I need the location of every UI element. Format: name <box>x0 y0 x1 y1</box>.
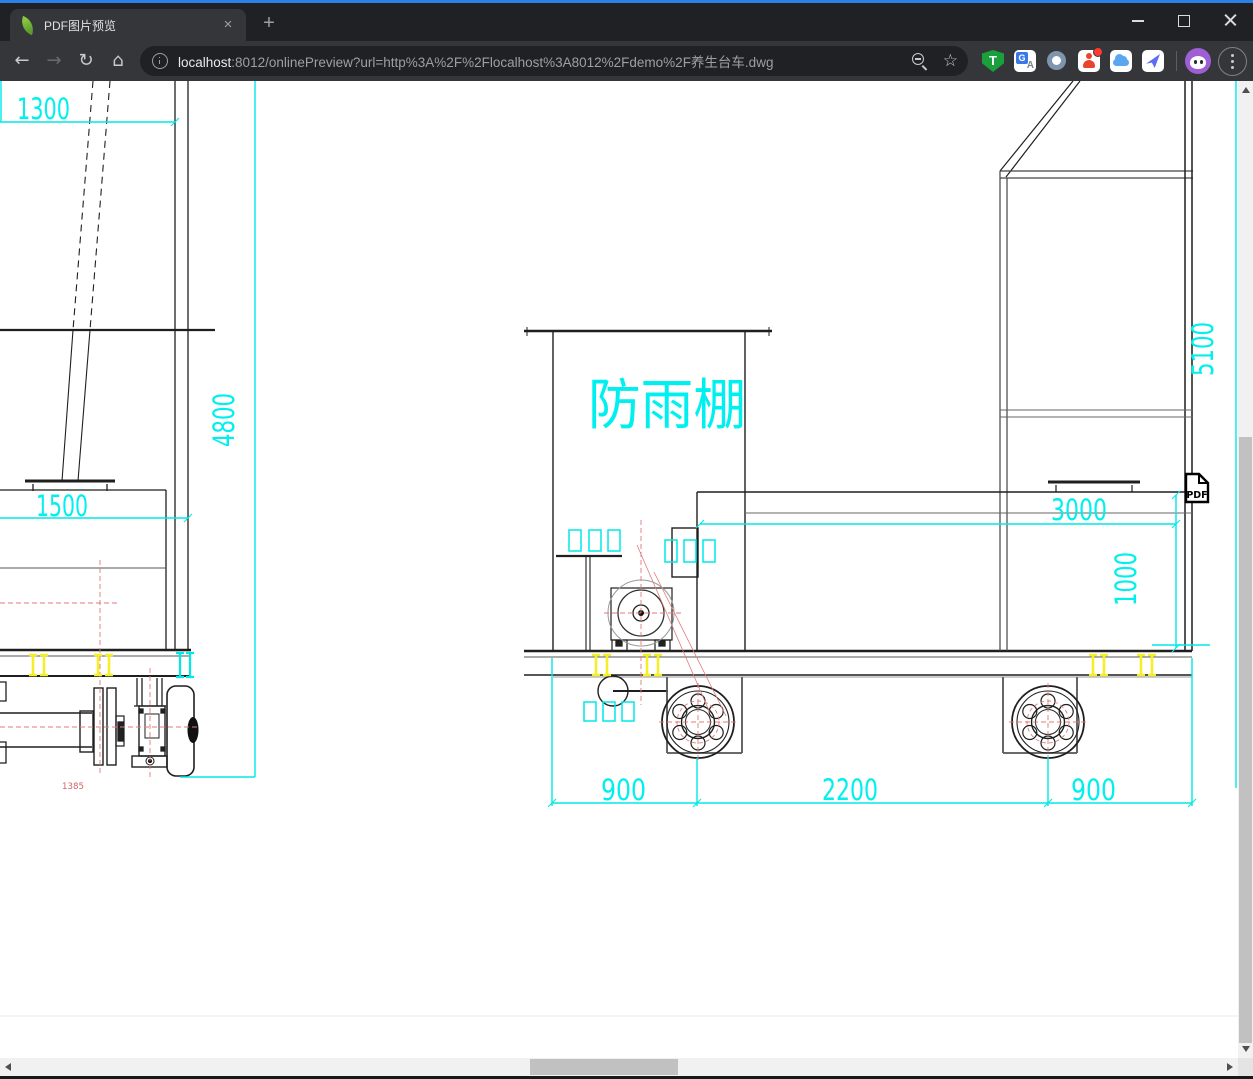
vertical-scroll-thumb[interactable] <box>1239 437 1252 1043</box>
dim-3000: 3000 <box>1051 493 1107 527</box>
extension-translate[interactable]: G A <box>1014 50 1036 72</box>
dim-5100: 5100 <box>1186 322 1220 376</box>
new-tab-button[interactable]: + <box>258 13 280 35</box>
right-wheel-bracket <box>1002 677 1078 754</box>
toolbar-separator <box>1176 51 1177 71</box>
cyan-boxes <box>568 529 716 722</box>
pdf-download-button[interactable]: PDF <box>1184 472 1210 504</box>
scrollbar-corner <box>1238 1058 1253 1076</box>
url-path: :8012/onlinePreview?url=http%3A%2F%2Floc… <box>231 55 774 70</box>
shield-icon: T <box>982 50 1004 72</box>
people-icon <box>1078 47 1103 72</box>
extension-cloud[interactable] <box>1110 50 1132 72</box>
axle-shaft <box>0 712 92 748</box>
cloud-icon <box>1110 50 1132 72</box>
horizontal-scroll-thumb[interactable] <box>530 1059 678 1075</box>
dim-1500: 1500 <box>36 489 88 523</box>
panel-box <box>671 527 699 578</box>
scroll-right-arrow[interactable] <box>1227 1063 1233 1071</box>
scroll-up-arrow[interactable] <box>1241 87 1250 93</box>
avatar-face <box>1190 56 1206 69</box>
cad-drawing: 1300 1500 4800 3000 1000 5100 900 2200 9… <box>0 81 1238 1017</box>
page-content: 1300 1500 4800 3000 1000 5100 900 2200 9… <box>0 81 1238 1058</box>
profile-avatar[interactable] <box>1185 48 1211 74</box>
tab-strip: PDF图片预览 × + <box>0 3 1253 41</box>
left-mast-columns <box>174 81 189 651</box>
page-info-icon[interactable] <box>152 53 168 69</box>
dimension-ticks <box>170 117 1197 808</box>
bookmark-star-icon[interactable]: ☆ <box>943 46 958 76</box>
back-button[interactable]: ← <box>7 46 37 76</box>
reload-button[interactable]: ↻ <box>71 46 101 76</box>
vertical-scrollbar[interactable] <box>1238 81 1253 1058</box>
dim-1300: 1300 <box>17 92 70 126</box>
notification-badge <box>1093 47 1103 57</box>
highlight-marks <box>29 653 1156 677</box>
maximize-button[interactable] <box>1161 3 1207 38</box>
scroll-left-arrow[interactable] <box>5 1063 11 1071</box>
extension-bird[interactable] <box>1142 50 1164 72</box>
horizontal-scrollbar[interactable] <box>0 1058 1238 1076</box>
tab-close-icon[interactable]: × <box>220 17 236 33</box>
pdf-doc-icon: PDF <box>1184 472 1210 504</box>
dim-4800: 4800 <box>207 393 241 447</box>
tab-title: PDF图片预览 <box>44 18 117 33</box>
maximize-icon <box>1178 14 1190 27</box>
dimension-lines <box>0 81 1237 808</box>
mast-solid <box>61 329 91 482</box>
shelter-label: 防雨棚 <box>588 373 746 437</box>
translate-icon: G A <box>1014 50 1036 72</box>
spring-leaf-favicon <box>17 15 38 35</box>
bird-icon <box>1142 50 1164 72</box>
browser-menu-button[interactable] <box>1218 47 1247 76</box>
mast-dashed <box>72 81 111 331</box>
coupling-cap <box>117 721 124 742</box>
zoom-out-icon[interactable] <box>911 52 929 70</box>
dim-900-right: 900 <box>1071 773 1116 807</box>
extension-people[interactable] <box>1078 47 1103 72</box>
roof-slant <box>999 81 1081 178</box>
tab-pdf-preview[interactable]: PDF图片预览 × <box>10 9 246 41</box>
extension-tampermonkey[interactable]: T <box>982 50 1004 72</box>
window-controls <box>1115 3 1253 38</box>
scroll-down-arrow[interactable] <box>1241 1046 1250 1052</box>
url-text[interactable]: localhost:8012/onlinePreview?url=http%3A… <box>178 51 773 71</box>
minimize-icon <box>1132 19 1144 22</box>
url-host: localhost <box>178 55 232 70</box>
extension-ring[interactable] <box>1046 50 1068 72</box>
minimize-button[interactable] <box>1115 3 1161 38</box>
dim-2200: 2200 <box>822 773 878 807</box>
dim-900-left: 900 <box>601 773 646 807</box>
close-window-button[interactable] <box>1207 3 1253 38</box>
svg-text:PDF: PDF <box>1186 490 1207 501</box>
browser-toolbar: ← → ↻ ⌂ localhost:8012/onlinePreview?url… <box>0 41 1253 81</box>
forward-button[interactable]: → <box>39 46 69 76</box>
ring-icon <box>1047 51 1066 70</box>
dim-1385: 1385 <box>62 782 84 792</box>
zoom-minus-bar <box>914 58 921 60</box>
home-button[interactable]: ⌂ <box>103 46 133 76</box>
browser-window: PDF图片预览 × + ← → ↻ ⌂ localhost:8012/onlin… <box>0 0 1253 1079</box>
address-bar[interactable]: localhost:8012/onlinePreview?url=http%3A… <box>140 46 968 76</box>
dim-1000: 1000 <box>1109 552 1143 606</box>
